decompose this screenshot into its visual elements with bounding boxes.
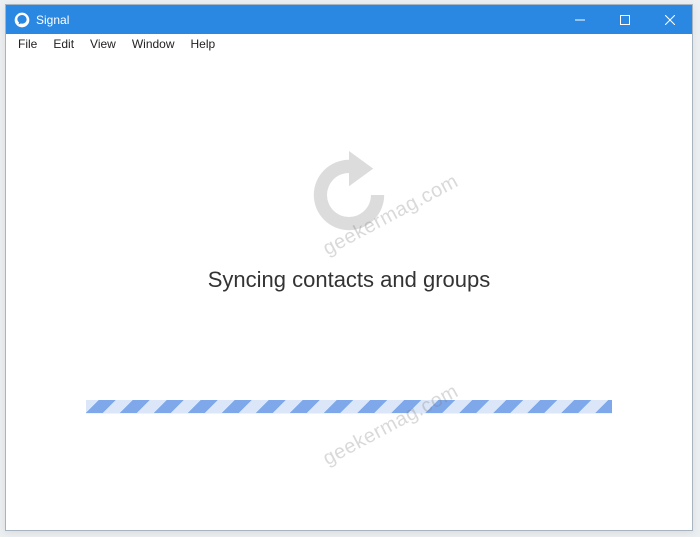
menubar: File Edit View Window Help <box>6 34 692 54</box>
close-button[interactable] <box>647 5 692 34</box>
menu-view[interactable]: View <box>82 36 124 52</box>
progress-bar <box>86 400 612 413</box>
menu-window[interactable]: Window <box>124 36 183 52</box>
status-text: Syncing contacts and groups <box>6 267 692 293</box>
menu-edit[interactable]: Edit <box>45 36 82 52</box>
app-window: Signal File Edit View Window Help Syncin… <box>5 4 693 531</box>
app-title: Signal <box>36 13 69 27</box>
watermark: geekermag.com <box>319 380 462 471</box>
app-logo-icon <box>14 12 30 28</box>
menu-help[interactable]: Help <box>183 36 224 52</box>
menu-file[interactable]: File <box>10 36 45 52</box>
minimize-button[interactable] <box>557 5 602 34</box>
maximize-button[interactable] <box>602 5 647 34</box>
progress-fill <box>86 400 612 413</box>
content-area: Syncing contacts and groups geekermag.co… <box>6 54 692 530</box>
titlebar: Signal <box>6 5 692 34</box>
window-controls <box>557 5 692 34</box>
sync-icon <box>294 140 404 250</box>
